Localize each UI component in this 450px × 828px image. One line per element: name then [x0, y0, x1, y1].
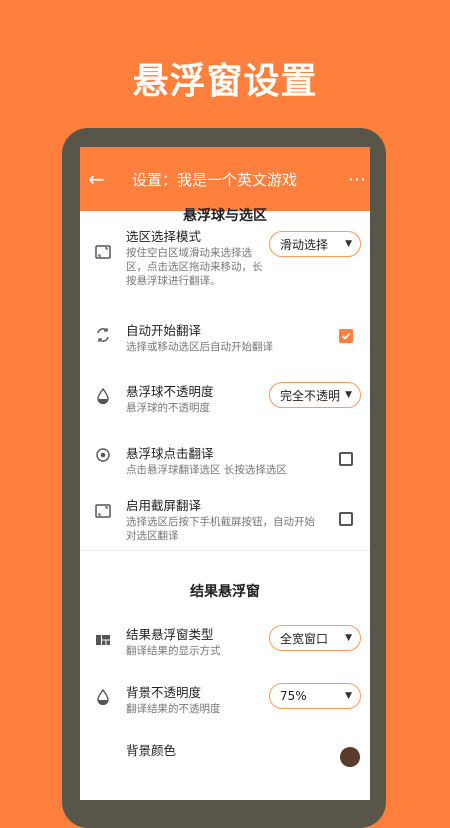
- caret-down-icon: ▼: [345, 239, 352, 249]
- setting-desc: 按住空白区域滑动来选择选区，点击选区拖动来移动，长按悬浮球进行翻译。: [126, 247, 263, 287]
- setting-result-window-type[interactable]: 结果悬浮窗类型 翻译结果的显示方式 全宽窗口 ▼: [80, 623, 370, 685]
- selection-icon: [80, 229, 126, 259]
- opacity-icon: [80, 685, 126, 705]
- ball-opacity-dropdown[interactable]: 完全不透明 ▼: [269, 382, 361, 408]
- setting-title: 选区选择模式: [126, 229, 202, 244]
- setting-selection-mode[interactable]: 选区选择模式 按住空白区域滑动来选择选区，点击选区拖动来移动，长按悬浮球进行翻译…: [80, 227, 370, 323]
- setting-title: 自动开始翻译: [126, 323, 202, 338]
- background-opacity-dropdown[interactable]: 75% ▼: [269, 683, 361, 709]
- app-bar: ← 设置：我是一个英文游戏 ⋯: [80, 147, 370, 211]
- section-title-result-window: 结果悬浮窗: [190, 584, 260, 600]
- arrow-back-icon[interactable]: ←: [80, 167, 122, 191]
- dropdown-value: 75%: [280, 689, 307, 703]
- setting-title: 悬浮球点击翻译: [126, 446, 214, 461]
- caret-down-icon: ▼: [345, 633, 352, 643]
- opacity-icon: [80, 384, 126, 404]
- rotate-icon: [80, 323, 126, 343]
- setting-desc: 选择选区后按下手机截屏按钮，自动开始对选区翻译: [126, 516, 315, 542]
- setting-ball-click-translate[interactable]: 悬浮球点击翻译 点击悬浮球翻译选区 长按选择选区: [80, 446, 370, 498]
- ball-click-translate-checkbox[interactable]: [339, 452, 353, 466]
- dropdown-value: 全宽窗口: [280, 631, 329, 646]
- setting-desc: 选择或移动选区后自动开始翻译: [126, 341, 273, 353]
- screenshot-translate-checkbox[interactable]: [339, 512, 353, 526]
- section-title-float-ball: 悬浮球与选区: [183, 208, 267, 224]
- app-bar-title: 设置：我是一个英文游戏: [132, 170, 298, 189]
- layout-icon: [80, 627, 126, 647]
- dropdown-value: 完全不透明: [280, 388, 341, 403]
- caret-down-icon: ▼: [345, 390, 352, 400]
- setting-screenshot-translate[interactable]: 启用截屏翻译 选择选区后按下手机截屏按钮，自动开始对选区翻译: [80, 498, 370, 550]
- section-divider: [80, 550, 370, 551]
- auto-translate-checkbox[interactable]: [339, 329, 353, 343]
- more-icon[interactable]: ⋯: [344, 169, 370, 190]
- promo-title: 悬浮窗设置: [132, 61, 318, 102]
- setting-desc: 点击悬浮球翻译选区 长按选择选区: [126, 464, 287, 476]
- setting-ball-opacity[interactable]: 悬浮球不透明度 悬浮球的不透明度 完全不透明 ▼: [80, 382, 370, 446]
- setting-title: 背景颜色: [126, 743, 177, 758]
- setting-title: 启用截屏翻译: [126, 498, 202, 513]
- dropdown-value: 滑动选择: [280, 237, 329, 252]
- setting-background-color[interactable]: 背景颜色: [80, 743, 370, 773]
- selection-mode-dropdown[interactable]: 滑动选择 ▼: [269, 231, 361, 257]
- setting-background-opacity[interactable]: 背景不透明度 翻译结果的不透明度 75% ▼: [80, 683, 370, 743]
- caret-down-icon: ▼: [345, 691, 352, 701]
- screenshot-icon: [80, 498, 126, 518]
- color-swatch[interactable]: [340, 747, 360, 767]
- phone-screen: ← 设置：我是一个英文游戏 ⋯ 悬浮球与选区 选区选择模式 按住空白区域滑动来选…: [80, 147, 370, 800]
- radio-target-icon: [80, 446, 126, 462]
- setting-auto-translate[interactable]: 自动开始翻译 选择或移动选区后自动开始翻译: [80, 323, 370, 384]
- result-window-type-dropdown[interactable]: 全宽窗口 ▼: [269, 625, 361, 651]
